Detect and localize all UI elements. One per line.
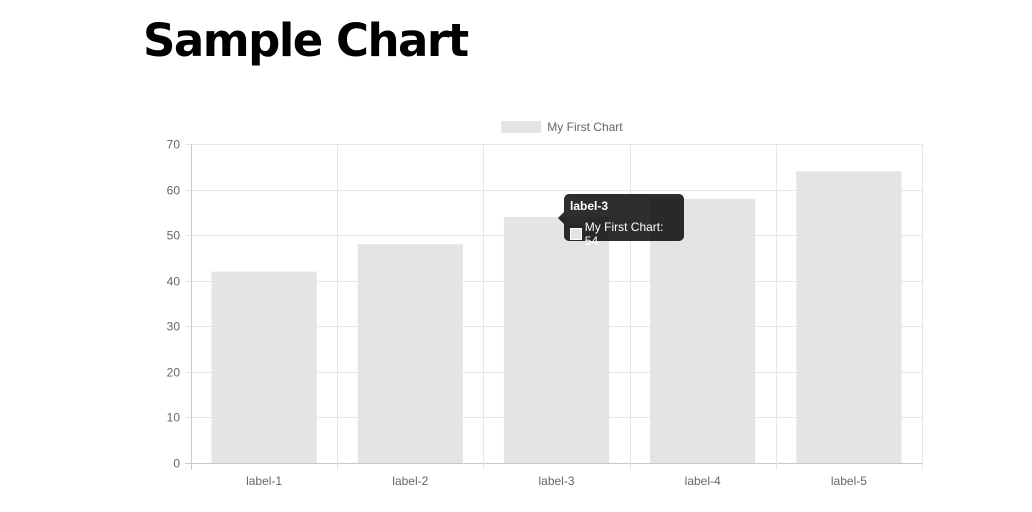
tooltip-title: label-3 — [570, 199, 609, 213]
y-tick-label: 20 — [167, 366, 181, 380]
y-tick-label: 60 — [167, 184, 181, 198]
x-tick-label: label-2 — [392, 474, 428, 488]
y-tick-label: 50 — [167, 229, 181, 243]
tooltip-text: My First Chart: 54 — [584, 220, 664, 248]
chart-tooltip: label-3 My First Chart: 54 — [558, 194, 684, 248]
y-tick-label: 70 — [167, 138, 181, 152]
bar-label-2 — [357, 244, 463, 463]
x-tick-label: label-3 — [538, 474, 574, 488]
bars-layer — [211, 171, 902, 464]
legend-swatch — [501, 121, 542, 133]
legend: My First Chart — [501, 120, 623, 134]
y-tick-label: 40 — [167, 275, 181, 289]
tooltip-swatch — [570, 228, 582, 240]
bar-label-3 — [503, 216, 610, 463]
y-tick-label: 30 — [167, 320, 181, 334]
chart-container: 0 10 20 30 40 50 60 70 label-1 label-2 label-3 labe… — [0, 0, 1032, 508]
y-tick-label: 10 — [167, 411, 181, 425]
bar-label-5 — [796, 171, 902, 464]
y-tick-label: 0 — [173, 457, 180, 471]
legend-label: My First Chart — [547, 120, 623, 134]
x-tick-label: label-1 — [246, 474, 282, 488]
bar-chart[interactable]: 010203040506070label-1 label-2 label-3 labe… — [0, 0, 1032, 508]
tooltip-body: My First Chart: 54 — [570, 220, 678, 248]
x-tick-label: label-4 — [685, 474, 721, 488]
x-tick-label: label-5 — [831, 474, 867, 488]
bar-label-1 — [211, 271, 317, 463]
